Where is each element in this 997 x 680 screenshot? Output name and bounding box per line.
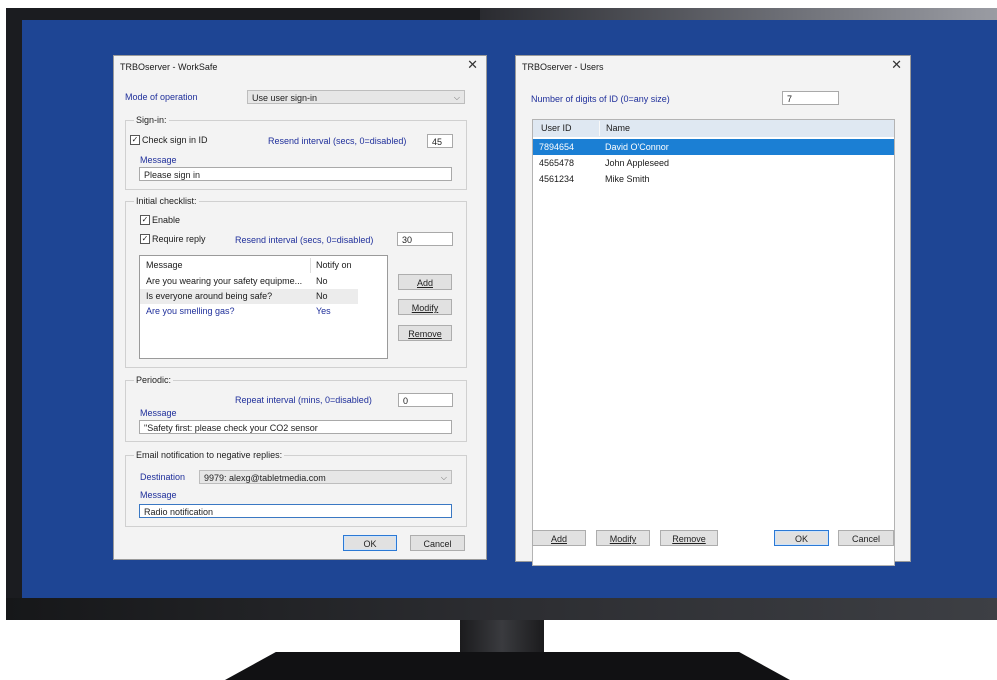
sign-in-resend-input[interactable]: 45 — [427, 134, 453, 148]
mode-label: Mode of operation — [125, 92, 198, 102]
sign-in-group: Sign-in: ✓ Check sign in ID Resend inter… — [125, 115, 467, 190]
users-remove-button[interactable]: Remove — [660, 530, 718, 546]
require-reply-label: Require reply — [152, 234, 206, 244]
email-notification-group: Email notification to negative replies: … — [125, 450, 467, 527]
checklist-resend-input[interactable]: 30 — [397, 232, 453, 246]
periodic-group-title: Periodic: — [134, 375, 174, 385]
periodic-repeat-label: Repeat interval (mins, 0=disabled) — [235, 395, 372, 405]
column-header-name: Name — [606, 123, 631, 133]
user-id-cell: 7894654 — [539, 142, 575, 152]
window-title: TRBOserver - WorkSafe — [120, 62, 218, 72]
window-title: TRBOserver - Users — [522, 62, 604, 72]
checklist-resend-label: Resend interval (secs, 0=disabled) — [235, 235, 374, 245]
ok-button[interactable]: OK — [343, 535, 397, 551]
table-row[interactable]: 4565478 John Appleseed — [533, 155, 894, 171]
email-message-input[interactable]: Radio notification — [139, 504, 452, 518]
user-name-cell: Mike Smith — [605, 174, 650, 184]
check-sign-in-checkbox[interactable]: ✓ Check sign in ID — [130, 135, 208, 145]
users-list-header: User ID Name — [533, 120, 894, 137]
table-row[interactable]: 7894654 David O'Connor — [533, 139, 894, 155]
list-item[interactable]: Is everyone around being safe? No — [140, 289, 358, 304]
sign-in-group-title: Sign-in: — [134, 115, 169, 125]
users-list[interactable]: User ID Name 7894654 David O'Connor 4565… — [532, 119, 895, 566]
column-divider — [599, 121, 600, 136]
list-item-message: Are you smelling gas? — [146, 306, 235, 316]
users-ok-button[interactable]: OK — [774, 530, 829, 546]
column-divider — [310, 258, 311, 273]
require-reply-checkbox[interactable]: ✓ Require reply — [140, 234, 206, 244]
checklist-remove-button[interactable]: Remove — [398, 325, 452, 341]
mode-select-value: Use user sign-in — [252, 93, 318, 103]
monitor-stand-neck — [460, 620, 544, 656]
digits-label: Number of digits of ID (0=any size) — [531, 94, 670, 104]
users-cancel-button[interactable]: Cancel — [838, 530, 894, 546]
enable-checkbox[interactable]: ✓ Enable — [140, 215, 180, 225]
worksafe-window: TRBOserver - WorkSafe ✕ Mode of operatio… — [113, 55, 487, 560]
sign-in-message-input[interactable]: Please sign in — [139, 167, 452, 181]
list-item-notify: No — [316, 291, 328, 301]
column-header-user-id: User ID — [541, 123, 572, 133]
checklist-modify-button[interactable]: Modify — [398, 299, 452, 315]
destination-select-value: 9979: alexg@tabletmedia.com — [204, 473, 326, 483]
list-header: Message Notify on — [140, 258, 387, 273]
cancel-button[interactable]: Cancel — [410, 535, 465, 551]
users-modify-button[interactable]: Modify — [596, 530, 650, 546]
email-message-label: Message — [140, 490, 177, 500]
periodic-group: Periodic: Repeat interval (mins, 0=disab… — [125, 375, 467, 442]
periodic-repeat-input[interactable]: 0 — [398, 393, 453, 407]
checklist-group-title: Initial checklist: — [134, 196, 199, 206]
periodic-message-input[interactable]: "Safety first: please check your CO2 sen… — [139, 420, 452, 434]
table-row[interactable]: 4561234 Mike Smith — [533, 171, 894, 187]
user-name-cell: John Appleseed — [605, 158, 670, 168]
close-icon[interactable]: ✕ — [891, 58, 902, 72]
monitor-bezel-reflection — [480, 8, 997, 20]
user-id-cell: 4565478 — [539, 158, 575, 168]
periodic-message-label: Message — [140, 408, 177, 418]
monitor-bottom-bezel — [6, 598, 997, 620]
column-header-message: Message — [146, 260, 183, 270]
close-icon[interactable]: ✕ — [467, 58, 478, 72]
list-item-message: Is everyone around being safe? — [146, 291, 273, 301]
chevron-down-icon: ⌵ — [453, 93, 460, 102]
column-header-notify: Notify on — [316, 260, 352, 270]
user-name-cell: David O'Connor — [605, 142, 669, 152]
sign-in-resend-label: Resend interval (secs, 0=disabled) — [268, 136, 407, 146]
list-item-message: Are you wearing your safety equipme... — [146, 276, 303, 286]
destination-label: Destination — [140, 472, 186, 482]
chevron-down-icon: ⌵ — [440, 473, 447, 482]
mode-select[interactable]: Use user sign-in ⌵ — [247, 90, 465, 104]
initial-checklist-group: Initial checklist: ✓ Enable ✓ Require re… — [125, 196, 467, 368]
sign-in-message-label: Message — [140, 155, 177, 165]
list-item-notify: No — [316, 276, 328, 286]
checklist-add-button[interactable]: Add — [398, 274, 452, 290]
user-id-cell: 4561234 — [539, 174, 575, 184]
checklist-message-list[interactable]: Message Notify on Are you wearing your s… — [139, 255, 388, 359]
list-item-notify: Yes — [316, 306, 331, 316]
enable-label: Enable — [152, 215, 181, 225]
checkbox-check-icon: ✓ — [140, 234, 150, 244]
checkbox-check-icon: ✓ — [140, 215, 150, 225]
email-group-title: Email notification to negative replies: — [134, 450, 285, 460]
users-window: TRBOserver - Users ✕ Number of digits of… — [515, 55, 911, 566]
check-sign-in-label: Check sign in ID — [142, 135, 208, 145]
digits-input[interactable]: 7 — [782, 91, 839, 105]
list-item[interactable]: Are you wearing your safety equipme... N… — [140, 274, 387, 289]
destination-select[interactable]: 9979: alexg@tabletmedia.com ⌵ — [199, 470, 452, 484]
users-add-button[interactable]: Add — [532, 530, 586, 546]
monitor-stand-base — [225, 652, 790, 680]
checkbox-check-icon: ✓ — [130, 135, 140, 145]
list-item[interactable]: Are you smelling gas? Yes — [140, 304, 387, 319]
